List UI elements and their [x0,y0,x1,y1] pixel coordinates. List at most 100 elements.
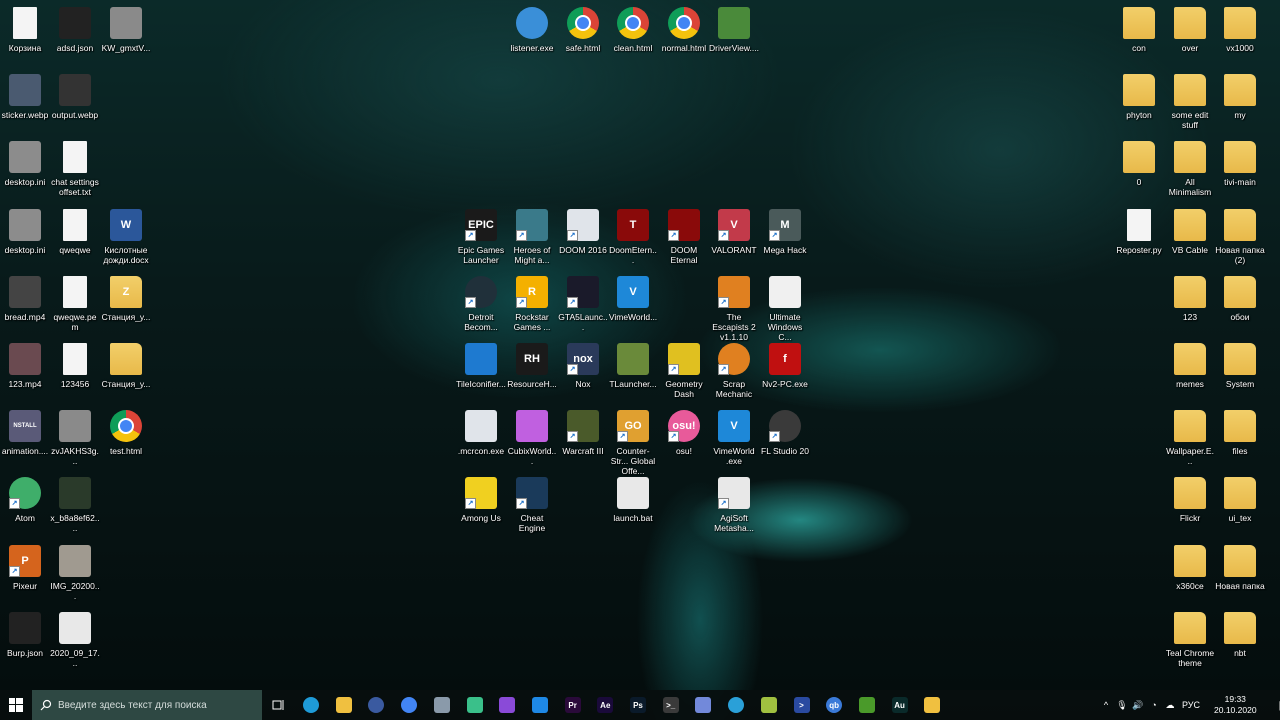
desktop-icon[interactable]: Корзина [0,1,50,53]
desktop-icon[interactable]: tivi-main [1215,135,1265,187]
desktop-icon[interactable]: normal.html [659,1,709,53]
taskbar-app-qbittorrent[interactable]: qb [818,690,850,720]
desktop-icon[interactable]: qweqwe [50,203,100,255]
taskbar-app-bitwarden[interactable] [360,690,392,720]
desktop-icon[interactable]: Ultimate Windows C... [760,270,810,342]
taskbar-app-onedrive-folder[interactable] [916,690,948,720]
desktop-icon[interactable]: phyton [1114,68,1164,120]
desktop-icon[interactable]: zvJAKHS3g... [50,404,100,466]
desktop-icon[interactable]: desktop.ini [0,203,50,255]
desktop-icon[interactable]: 123 [1165,270,1215,322]
desktop-icon[interactable]: my [1215,68,1265,120]
desktop-icon[interactable]: bread.mp4 [0,270,50,322]
desktop-icon[interactable]: Новая папка [1215,539,1265,591]
desktop-icon[interactable]: x360ce [1165,539,1215,591]
desktop-icon[interactable]: over [1165,1,1215,53]
desktop-icon[interactable]: files [1215,404,1265,456]
onedrive-cloud-icon[interactable]: ☁ [1162,700,1178,711]
desktop-icon[interactable]: f Nv2-PC.exe [760,337,810,389]
desktop-icon[interactable]: test.html [101,404,151,456]
desktop-icon[interactable]: ↗ GTA5Launc... [558,270,608,332]
taskbar-app-after-effects[interactable]: Ae [589,690,621,720]
desktop-icon[interactable]: 123.mp4 [0,337,50,389]
taskbar-app-powershell[interactable]: > [786,690,818,720]
desktop-icon[interactable]: TLauncher... [608,337,658,389]
taskbar-app-audition[interactable]: Au [884,690,916,720]
desktop-icon[interactable]: EPIC ↗ Epic Games Launcher [456,203,506,265]
taskbar-app-premiere[interactable]: Pr [557,690,589,720]
desktop-icon[interactable]: DriverView.... [709,1,759,53]
desktop-icon[interactable]: RH ResourceH... [507,337,557,389]
taskbar-app-remote-desktop[interactable] [426,690,458,720]
taskbar-app-discord[interactable] [687,690,719,720]
desktop-icon[interactable]: ↗ Heroes of Might a... [507,203,557,265]
desktop-icon[interactable]: qweqwe.pem [50,270,100,332]
desktop-icon[interactable]: CubixWorld... [507,404,557,466]
desktop-icon[interactable]: TileIconifier... [456,337,506,389]
desktop-icon[interactable]: ↗ DOOM Eternal [659,203,709,265]
desktop-icon[interactable]: Burp.json [0,606,50,658]
taskbar-app-telegram[interactable] [720,690,752,720]
desktop-icon[interactable]: ↗ Cheat Engine [507,471,557,533]
desktop-icon[interactable]: W Кислотные дожди.docx [101,203,151,265]
desktop-icon[interactable]: nbt [1215,606,1265,658]
desktop-icon[interactable]: some edit stuff [1165,68,1215,130]
desktop-icon[interactable]: con [1114,1,1164,53]
desktop-icon[interactable]: V VimeWorld .exe [709,404,759,466]
desktop-icon[interactable]: .mcrcon.exe [456,404,506,456]
desktop-icon[interactable]: R ↗ Rockstar Games ... [507,270,557,332]
taskbar-app-nvidia[interactable] [851,690,883,720]
desktop-icon[interactable]: Flickr [1165,471,1215,523]
taskbar-app-edge[interactable] [295,690,327,720]
desktop-icon[interactable]: ↗ DOOM 2016 [558,203,608,255]
desktop-icon[interactable]: ↗ AgiSoft Metasha... [709,471,759,533]
microphone-icon[interactable]: 🎙 [1114,700,1130,711]
desktop-icon[interactable]: ↗ Detroit Becom... [456,270,506,332]
volume-icon[interactable]: 🔊 [1130,700,1146,711]
desktop-icon[interactable]: V ↗ VALORANT [709,203,759,255]
desktop-icon[interactable]: adsd.json [50,1,100,53]
desktop-icon[interactable]: output.webp [50,68,100,120]
desktop-icon[interactable]: ↗ Warcraft III [558,404,608,456]
desktop-icon[interactable]: Wallpaper.E... [1165,404,1215,466]
taskbar-app-notepad[interactable] [753,690,785,720]
desktop-icon[interactable]: VB Cable [1165,203,1215,255]
taskbar-app-terminal[interactable]: >_ [655,690,687,720]
desktop-icon[interactable]: Reposter.py [1114,203,1164,255]
desktop-icon[interactable]: NSTALL animation.... [0,404,50,456]
desktop-icon[interactable]: 2020_09_17... [50,606,100,668]
show-hidden-icons-chevron-icon[interactable]: ^ [1098,700,1114,710]
desktop-icon[interactable]: All Minimalism [1165,135,1215,197]
desktop-icon[interactable]: 0 [1114,135,1164,187]
desktop-icon[interactable]: memes [1165,337,1215,389]
desktop-icon[interactable]: IMG_20200... [50,539,100,601]
desktop-icon[interactable]: ↗ Scrap Mechanic [709,337,759,399]
clock[interactable]: 19:33 20.10.2020 [1214,694,1257,716]
desktop-icon[interactable]: M ↗ Mega Hack [760,203,810,255]
taskbar-app-file-explorer[interactable] [328,690,360,720]
desktop-icon[interactable]: clean.html [608,1,658,53]
desktop-icon[interactable]: 123456 [50,337,100,389]
desktop-icon[interactable]: ↗ Geometry Dash [659,337,709,399]
desktop-icon[interactable]: desktop.ini [0,135,50,187]
desktop-icon[interactable]: P ↗ Pixeur [0,539,50,591]
desktop-icon[interactable]: Z Станция_у... [101,270,151,322]
desktop-icon[interactable]: safe.html [558,1,608,53]
desktop-icon[interactable]: Новая папка (2) [1215,203,1265,265]
desktop-icon[interactable]: V VimeWorld... [608,270,658,322]
desktop-icon[interactable]: Teal Chrome theme [1165,606,1215,668]
desktop-icon[interactable]: ↗ Among Us [456,471,506,523]
desktop-icon[interactable]: GO ↗ Counter-Str... Global Offe... [608,404,658,476]
desktop-icon[interactable]: vx1000 [1215,1,1265,53]
wifi-icon[interactable]: ◔ [1146,700,1162,710]
taskbar-app-visual-studio[interactable] [491,690,523,720]
desktop-icon[interactable]: T DoomEtern... [608,203,658,265]
desktop-icon[interactable]: launch.bat [608,471,658,523]
desktop-icon[interactable]: ↗ The Escapists 2 v1.1.10 [709,270,759,342]
taskbar-app-vscode[interactable] [524,690,556,720]
desktop-icon[interactable]: System [1215,337,1265,389]
start-button[interactable] [0,690,32,720]
taskbar-app-chrome[interactable] [393,690,425,720]
desktop-icon[interactable]: sticker.webp [0,68,50,120]
desktop-icon[interactable]: listener.exe [507,1,557,53]
